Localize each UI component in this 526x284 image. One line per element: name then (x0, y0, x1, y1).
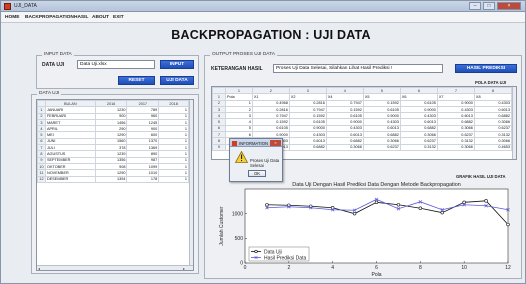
table-cell[interactable]: DESEMBER (44, 175, 96, 183)
x-axis-label: Pola (371, 272, 381, 278)
reset-button[interactable]: RESET (118, 76, 155, 85)
table-cell[interactable]: 0.3066 (436, 143, 475, 151)
data-uji-horizontal-scrollbar[interactable]: ◂ ▸ (37, 265, 193, 270)
hasil-prediksi-button[interactable]: HASIL PREDIKSI (455, 64, 517, 73)
data-uji-point (265, 203, 269, 207)
table-cell[interactable]: 0.3132 (399, 143, 438, 151)
menu-home[interactable]: HOME (5, 15, 19, 20)
pola-table-scrollbar[interactable] (512, 87, 516, 159)
title-bar: UJI_DATA – □ × (1, 1, 525, 12)
row-number: 9 (212, 143, 226, 151)
x-tick-label: 12 (505, 265, 511, 271)
close-window-button[interactable]: × (497, 2, 521, 10)
chart-area: Data Uji Dengan Hasil Prediksi Data Deng… (215, 177, 516, 278)
table-cell[interactable]: 178 (126, 175, 160, 183)
y-axis-label: Jumlah Customer (219, 206, 225, 246)
menu-backpropagation[interactable]: BACKPROPAGATION (25, 15, 74, 20)
data-uji-point (506, 222, 510, 227)
row-number: 12 (37, 175, 46, 183)
x-tick-label: 8 (419, 265, 422, 271)
pola-data-uji-label: POLA DATA UJI (475, 80, 507, 85)
warning-icon (235, 151, 248, 163)
dialog-ok-button[interactable]: OK (248, 170, 266, 177)
chart-title: Data Uji Dengan Hasil Prediksi Data Deng… (292, 182, 460, 188)
table-cell[interactable]: 0.6882 (288, 143, 327, 151)
keterangan-label: KETERANGAN HASIL (211, 66, 263, 72)
scroll-left-icon[interactable]: ◂ (38, 266, 40, 270)
data-uji-point (484, 199, 488, 203)
data-uji-point (440, 210, 444, 215)
minimize-button[interactable]: – (469, 2, 481, 10)
table-cell[interactable]: 1 (158, 175, 189, 183)
table-cell[interactable]: 0.3066 (325, 143, 364, 151)
data-uji-panel-title: DATA UJI (37, 91, 62, 96)
data-uji-point (352, 211, 357, 216)
scroll-right-icon[interactable]: ▸ (183, 266, 185, 270)
x-tick-label: 2 (287, 265, 290, 271)
legend-marker (254, 249, 258, 254)
x-tick-label: 6 (375, 265, 378, 271)
menu-about[interactable]: ABOUT (92, 15, 109, 20)
app-icon (4, 3, 11, 10)
input-data-panel: INPUT DATA DATA UJI Data Uji.xlsx INPUT … (36, 52, 199, 89)
dialog-title-bar: INFORMATION × (230, 139, 282, 147)
dialog-app-icon (232, 140, 237, 146)
data-uji-vertical-scrollbar[interactable] (189, 100, 193, 265)
dialog-message: Proses Uji Data Selesai (250, 158, 280, 168)
input-button[interactable]: INPUT (160, 60, 194, 69)
input-panel-title: INPUT DATA (42, 52, 74, 57)
output-panel-title: OUTPUT PROSES UJI DATA (210, 52, 277, 57)
x-tick-label: 10 (461, 265, 467, 271)
line-chart: Data Uji Dengan Hasil Prediksi Data Deng… (219, 182, 511, 278)
data-uji-point (396, 203, 401, 207)
dialog-title: INFORMATION (239, 140, 268, 146)
data-uji-point (462, 200, 466, 205)
keterangan-field[interactable]: Proses Uji Data Selesai, Silahkan Lihat … (273, 64, 443, 73)
menu-bar: HOME BACKPROPAGATION HASIL ABOUT EXIT (1, 12, 525, 23)
data-uji-table[interactable]: BULAN 2016 2017 2018 1 JANUARI 1230 789 1 2 FE… (36, 99, 194, 271)
table-cell[interactable]: 1394 (94, 175, 128, 183)
data-uji-row[interactable]: 12 DESEMBER 1394 178 1 (37, 175, 189, 183)
menu-hasil[interactable]: HASIL (74, 15, 88, 20)
legend-label: Hasil Prediksi Data (264, 255, 306, 261)
window-title: UJI_DATA (14, 3, 37, 9)
table-cell[interactable]: 0.6237 (362, 143, 401, 151)
x-tick-label: 4 (331, 265, 334, 271)
y-tick-label: 0 (240, 261, 243, 267)
main-window: UJI_DATA – □ × HOME BACKPROPAGATION HASI… (0, 0, 526, 284)
dialog-close-button[interactable]: × (270, 140, 281, 146)
maximize-button[interactable]: □ (483, 2, 495, 10)
x-tick-label: 0 (244, 265, 247, 271)
table-cell[interactable]: 0.4653 (473, 143, 513, 151)
data-uji-point (418, 206, 423, 210)
y-tick-label: 500 (235, 236, 244, 242)
page-title: BACKPROPAGATION : UJI DATA (171, 28, 371, 42)
data-uji-label: DATA UJI (42, 62, 65, 68)
menu-exit[interactable]: EXIT (113, 15, 124, 20)
file-path-input[interactable]: Data Uji.xlsx (77, 60, 155, 69)
data-uji-panel: DATA UJI BULAN 2016 2017 2018 1 JANUARI 12… (31, 91, 199, 274)
uji-data-button[interactable]: UJI DATA (160, 76, 194, 85)
data-uji-point (374, 200, 379, 205)
information-dialog: INFORMATION × Proses Uji Data Selesai OK (229, 138, 283, 182)
y-tick-label: 1000 (232, 211, 243, 217)
